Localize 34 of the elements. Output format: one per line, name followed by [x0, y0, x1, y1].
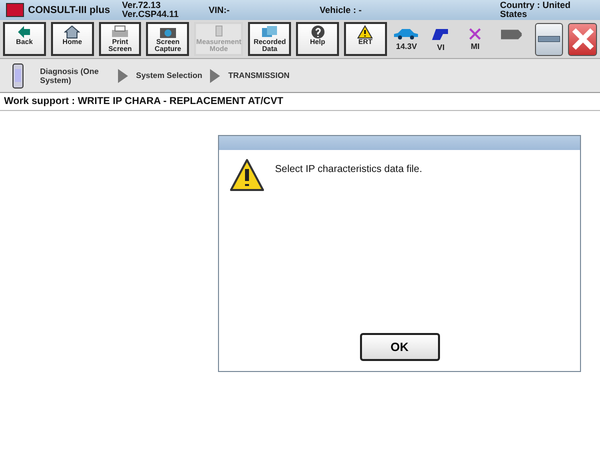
country-text: Country : United States — [500, 1, 572, 19]
camera-icon — [158, 25, 177, 39]
minimize-button[interactable] — [534, 22, 564, 56]
house-icon — [64, 25, 80, 39]
warning-icon — [229, 158, 265, 192]
app-logo — [6, 3, 24, 17]
work-support-title: Work support : WRITE IP CHARA - REPLACEMENT AT/CVT — [0, 93, 600, 111]
version-text: Ver.CSP44.11 — [122, 10, 179, 19]
status-label: MI — [470, 42, 480, 50]
dialog-message: Select IP characteristics data file. — [275, 164, 422, 175]
handheld-device-icon — [12, 62, 24, 88]
warning-icon — [357, 25, 374, 39]
ok-button[interactable]: OK — [360, 333, 440, 361]
close-button[interactable] — [568, 22, 598, 56]
car-icon — [393, 28, 420, 40]
folders-icon — [260, 25, 279, 39]
close-icon — [570, 27, 595, 51]
breadcrumb-item[interactable]: Diagnosis (One System) — [40, 66, 110, 84]
breadcrumb-item[interactable]: System Selection — [136, 71, 202, 80]
vin-text: VIN:- — [208, 5, 230, 15]
help-icon — [310, 25, 325, 39]
cross-icon — [469, 28, 482, 40]
breadcrumb-item[interactable]: TRANSMISSION — [228, 71, 290, 80]
arrow-icon — [210, 68, 220, 82]
minimize-icon — [538, 36, 560, 42]
status-label: 14.3V — [396, 42, 417, 50]
printer-icon — [111, 25, 130, 39]
battery-icon — [500, 28, 522, 40]
arrow-icon — [118, 68, 128, 82]
status-label: VI — [437, 42, 445, 52]
back-arrow-icon — [17, 25, 32, 39]
app-name: CONSULT-III plus — [28, 4, 110, 16]
vehicle-text: Vehicle : - — [320, 5, 362, 15]
version-text: Ver.72.13 — [122, 1, 162, 10]
